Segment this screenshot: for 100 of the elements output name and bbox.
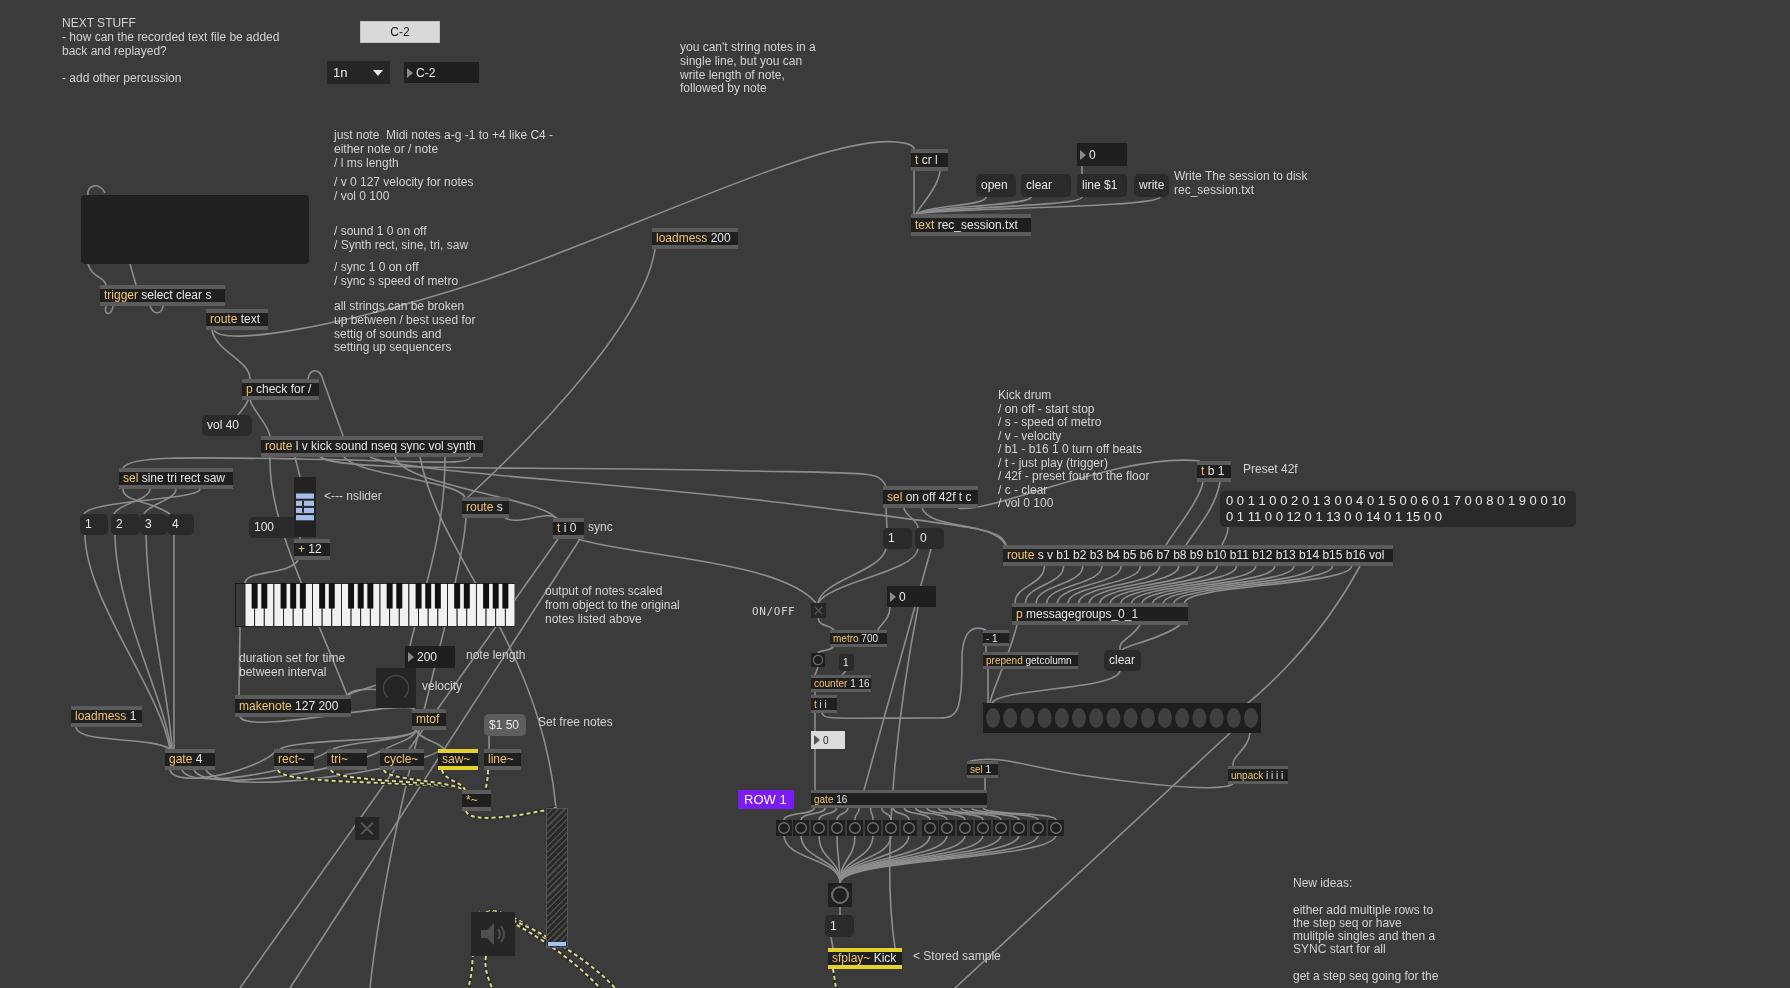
bang-button[interactable]: [1030, 820, 1046, 836]
object-node: unpack i i i i: [1228, 766, 1288, 784]
dropdown-menu[interactable]: 1n: [327, 61, 390, 84]
triangle-icon: [1080, 149, 1086, 160]
piano-keyboard[interactable]: [235, 583, 515, 627]
object-node: mtof: [412, 709, 446, 730]
object-node: p messagegroups_0_1: [1012, 603, 1188, 625]
object-node: route text: [206, 309, 268, 330]
comment-text: New ideas: either add multiple rows to the step seq or have mulitple singles and then a SYNC start for all get a step seq going for the: [1293, 877, 1439, 984]
comment-text: Write The session to disk rec_session.txt: [1174, 170, 1308, 198]
toggle-checkbox[interactable]: [355, 817, 379, 840]
music-staff[interactable]: [294, 477, 316, 537]
comment-text: Kick drum / on off - start stop / s - speed of metro / v - velocity / b1 - b16 1 0 turn off beats / t - just play (trigger) / 42f - preset four to the floor / c - clear / vol 0 100: [998, 389, 1150, 511]
object-node: gate 16: [811, 790, 987, 808]
object-node: t cr l: [911, 149, 948, 171]
gain-slider-track[interactable]: [546, 808, 568, 948]
object-node: line~: [484, 749, 521, 770]
comment-text: velocity: [422, 680, 462, 694]
object-node: prepend getcolumn: [983, 652, 1078, 669]
comment-text: sync: [588, 521, 613, 535]
object-node: - 1: [983, 630, 1009, 646]
comment-text: Preset 42f: [1243, 463, 1298, 477]
message-node[interactable]: 1: [883, 528, 912, 549]
message-node[interactable]: 1: [80, 514, 108, 535]
comment-text: < Stored sample: [913, 950, 1001, 964]
object-node: + 12: [294, 539, 330, 560]
bang-button[interactable]: [1048, 820, 1064, 836]
object-node: route l v kick sound nseq sync vol synth: [261, 436, 483, 457]
object-node: counter 1 16: [811, 675, 871, 692]
comment-text: / sync 1 0 on off / sync s speed of metro: [334, 261, 459, 289]
bang-button[interactable]: [901, 820, 917, 836]
comment-text: / sound 1 0 on off / Synth rect, sine, tri, saw: [334, 225, 469, 253]
message-node[interactable]: line $1: [1077, 174, 1127, 197]
bang-button[interactable]: [975, 820, 991, 836]
caret-icon: [373, 69, 383, 76]
bang-button[interactable]: [811, 653, 825, 667]
object-node: p check for /: [242, 379, 319, 400]
message-node[interactable]: 0 0 1 1 0 0 2 0 1 3 0 0 4 0 1 5 0 0 6 0 1 7 0 0 8 0 1 9 0 0 10 0 1 11 0 0 12 0 1 13 0 0 14 0 1 15 0 0: [1220, 491, 1576, 527]
bang-button[interactable]: [847, 820, 863, 836]
message-node[interactable]: 1: [825, 915, 854, 937]
object-node: t i i: [811, 695, 837, 713]
comment-text: ON/OFF: [752, 605, 796, 619]
bang-button[interactable]: [993, 820, 1009, 836]
bang-button[interactable]: [957, 820, 973, 836]
message-node[interactable]: 4: [167, 514, 194, 535]
bang-button[interactable]: [939, 820, 955, 836]
speaker-icon[interactable]: [471, 912, 515, 956]
object-node: sfplay~ Kick: [828, 948, 902, 969]
message-node[interactable]: 2: [111, 514, 140, 535]
object-node: t b 1: [1197, 461, 1231, 482]
number-field[interactable]: 200: [405, 646, 455, 668]
object-node: saw~: [438, 749, 478, 770]
message-node[interactable]: vol 40: [202, 415, 252, 436]
object-node: loadmess 1: [71, 706, 142, 727]
message-node[interactable]: 3: [140, 514, 167, 535]
message-node[interactable]: 1: [839, 654, 854, 671]
comment-text: just note Midi notes a-g -1 to +4 like C4 - either note or / note / l ms length: [334, 128, 554, 171]
comment-text: all strings can be broken up between / best used for settig of sounds and setting up sequencers: [334, 300, 476, 356]
comment-text: note length: [466, 649, 526, 663]
object-node: sel on off 42f t c: [883, 486, 978, 508]
message-node[interactable]: open: [976, 174, 1016, 197]
object-node: t i 0: [553, 518, 584, 539]
comment-text: Set free notes: [538, 716, 613, 730]
comment-text: / v 0 127 velocity for notes / vol 0 100: [334, 176, 474, 204]
triangle-icon: [408, 652, 414, 662]
message-node[interactable]: 0: [915, 528, 944, 549]
object-node: rect~: [274, 749, 314, 770]
object-node: loadmess 200: [652, 228, 738, 249]
object-node: *~: [462, 790, 491, 811]
bang-button[interactable]: [1011, 820, 1027, 836]
bang-button[interactable]: [793, 820, 809, 836]
bang-button[interactable]: [776, 820, 792, 836]
number-field[interactable]: C-2: [404, 62, 479, 83]
text-field[interactable]: [81, 195, 309, 264]
comment-text: NEXT STUFF - how can the recorded text file be added back and replayed? - add other percussion: [62, 17, 280, 86]
message-node[interactable]: $1 50: [484, 714, 526, 736]
message-node[interactable]: clear: [1104, 650, 1141, 671]
object-node: sel sine tri rect saw: [119, 468, 233, 489]
message-node[interactable]: clear: [1021, 174, 1071, 197]
number-field[interactable]: 0: [811, 731, 845, 749]
object-node: cycle~: [380, 749, 424, 770]
row-label: ROW 1: [738, 790, 794, 809]
toggle-checkbox[interactable]: [811, 603, 826, 618]
comment-text: duration set for time between interval: [239, 652, 346, 680]
note-button[interactable]: C-2: [360, 21, 440, 43]
number-field[interactable]: 0: [887, 586, 936, 607]
bang-button[interactable]: [828, 883, 852, 907]
object-node: route s: [462, 497, 509, 518]
bang-button[interactable]: [865, 820, 881, 836]
bang-button[interactable]: [883, 820, 899, 836]
object-node: metro 700: [830, 630, 887, 647]
object-node: tri~: [327, 749, 367, 770]
gain-slider-thumb[interactable]: [548, 942, 566, 946]
number-field[interactable]: 0: [1077, 143, 1127, 166]
bang-button[interactable]: [829, 820, 845, 836]
message-node[interactable]: write: [1134, 174, 1169, 197]
bang-button[interactable]: [811, 820, 827, 836]
bang-button[interactable]: [922, 820, 938, 836]
object-node: gate 4: [165, 749, 215, 770]
object-node: makenote 127 200: [235, 695, 351, 717]
